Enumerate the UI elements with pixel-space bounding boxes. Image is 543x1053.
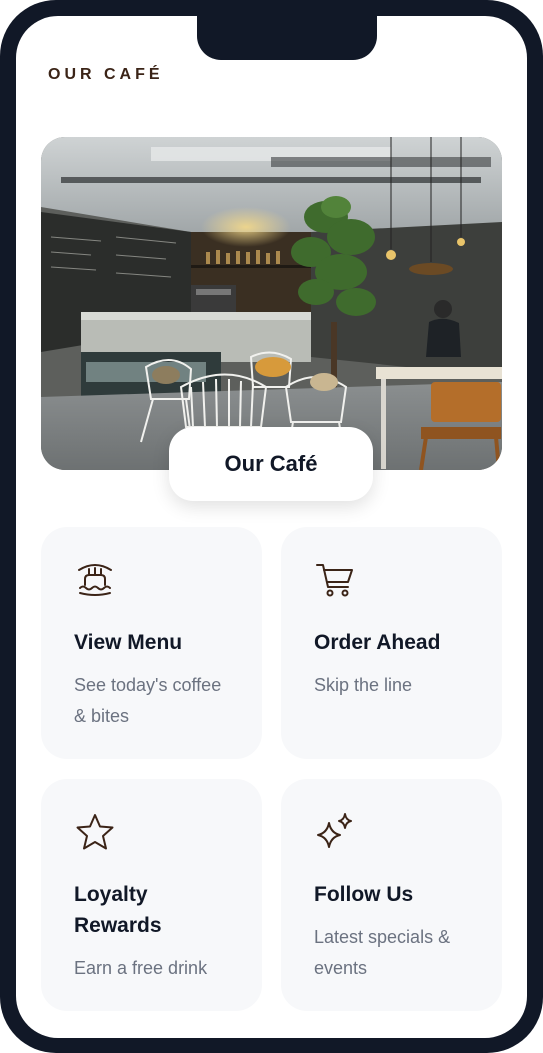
view-menu-title: View Menu — [74, 631, 183, 654]
cart-icon — [316, 564, 353, 597]
phone-frame: OUR CAFÉ Our Café View Menu See today's … — [0, 0, 543, 1053]
sparkles-icon — [317, 813, 352, 848]
order-ahead-description: Skip the line — [314, 675, 413, 695]
star-icon — [76, 814, 114, 850]
follow-us-description: Latest specials & events — [314, 927, 451, 978]
loyalty-rewards-title: Loyalty Rewards — [74, 883, 162, 937]
view-menu-description: See today's coffee & bites — [74, 675, 222, 726]
cake-icon — [78, 564, 112, 596]
device-notch — [197, 16, 377, 60]
order-ahead-card[interactable]: Order Ahead Skip the line — [281, 527, 502, 759]
order-ahead-title: Order Ahead — [314, 631, 441, 654]
view-menu-card[interactable]: View Menu See today's coffee & bites — [41, 527, 262, 759]
brand-title: OUR CAFÉ — [48, 66, 164, 83]
app-screen: OUR CAFÉ Our Café View Menu See today's … — [16, 16, 527, 1038]
hero-image — [41, 137, 502, 470]
hero-caption: Our Café — [169, 427, 373, 501]
loyalty-rewards-card[interactable]: Loyalty Rewards Earn a free drink — [41, 779, 262, 1011]
follow-us-title: Follow Us — [314, 883, 414, 906]
loyalty-rewards-description: Earn a free drink — [74, 958, 208, 978]
follow-us-card[interactable]: Follow Us Latest specials & events — [281, 779, 502, 1011]
cafe-interior-photo — [41, 137, 502, 470]
